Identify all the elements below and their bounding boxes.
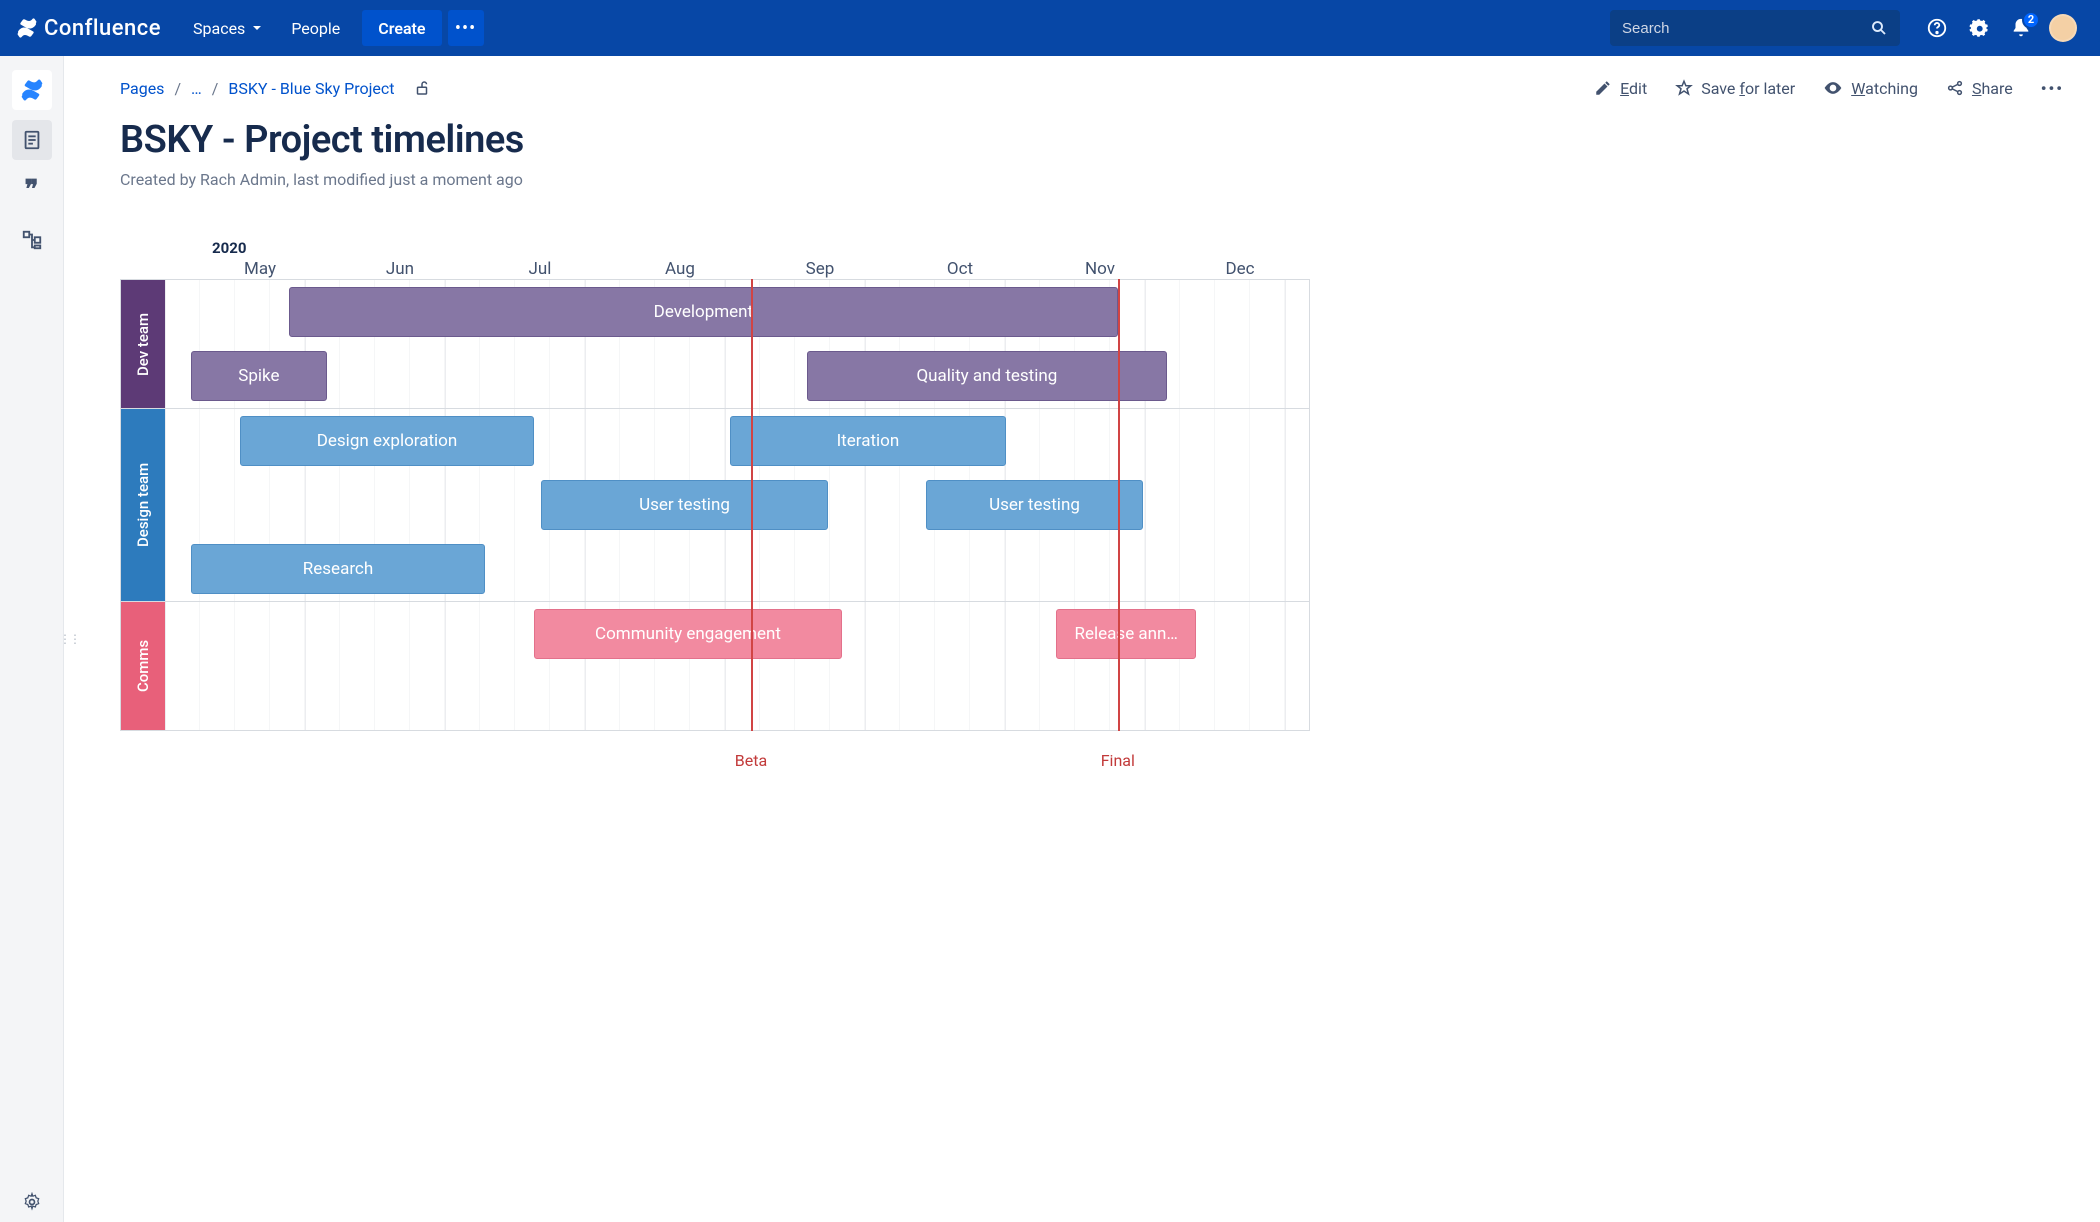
month-header: Oct <box>890 259 1030 279</box>
gear-icon <box>22 1192 42 1212</box>
ellipsis-icon: ••• <box>455 18 476 39</box>
timeline-year: 2020 <box>212 239 2064 257</box>
page-byline: Created by Rach Admin, last modified jus… <box>120 170 2064 189</box>
star-icon <box>1675 79 1693 97</box>
timeline-months: MayJunJulAugSepOctNovDec <box>190 259 2064 279</box>
timeline-bar[interactable]: Release ann… <box>1056 609 1196 659</box>
notifications-button[interactable]: 2 <box>2004 11 2038 45</box>
rail-blog[interactable]: ❞ <box>12 170 52 210</box>
left-rail: ❞ <box>0 56 64 1222</box>
milestone-line <box>751 279 753 731</box>
crumb-parent[interactable]: BSKY - Blue Sky Project <box>228 79 394 98</box>
rail-tree[interactable] <box>12 220 52 260</box>
save-for-later-button[interactable]: Save for later <box>1675 79 1795 98</box>
avatar <box>2049 14 2077 42</box>
top-nav: Confluence Spaces People Create ••• 2 <box>0 0 2100 56</box>
month-header: Nov <box>1030 259 1170 279</box>
crumb-collapsed[interactable]: … <box>191 79 202 98</box>
rail-pages[interactable] <box>12 120 52 160</box>
timeline-bar[interactable]: Research <box>191 544 485 594</box>
nav-people[interactable]: People <box>277 0 354 56</box>
chevron-down-icon <box>251 22 263 34</box>
page-main: Pages / … / BSKY - Blue Sky Project Edit… <box>64 56 2100 1222</box>
timeline-lane: Design team Design exploration Iteration Us… <box>121 408 1309 601</box>
page-actions: Edit Save for later Watching Share ••• <box>1594 78 2064 98</box>
rail-settings[interactable] <box>12 1182 52 1222</box>
share-button[interactable]: Share <box>1946 79 2013 98</box>
month-header: Jul <box>470 259 610 279</box>
tree-icon <box>21 229 43 251</box>
lane-label: Design team <box>121 409 165 601</box>
month-header: Aug <box>610 259 750 279</box>
crumb-root[interactable]: Pages <box>120 79 164 98</box>
profile-button[interactable] <box>2046 11 2080 45</box>
month-header: Jun <box>330 259 470 279</box>
settings-button[interactable] <box>1962 11 1996 45</box>
help-button[interactable] <box>1920 11 1954 45</box>
pencil-icon <box>1594 79 1612 97</box>
timeline-lane: Dev team Development Spike Quality and test… <box>121 279 1309 408</box>
lane-tracks: Development Spike Quality and testing <box>165 280 1309 408</box>
app-logo[interactable]: Confluence <box>16 16 161 41</box>
month-header: Dec <box>1170 259 1310 279</box>
timeline-bar[interactable]: Community engagement <box>534 609 842 659</box>
quote-icon: ❞ <box>25 175 39 205</box>
milestone-label: Final <box>1101 751 1135 770</box>
month-header: Sep <box>750 259 890 279</box>
search-input[interactable] <box>1622 20 1870 37</box>
roadmap-macro: 2020 MayJunJulAugSepOctNovDec Dev teamDe… <box>120 239 2064 731</box>
sidebar-resize-handle[interactable]: ⋮⋮ <box>59 632 79 646</box>
confluence-logo-icon <box>16 17 38 39</box>
timeline-bar[interactable]: User testing <box>926 480 1143 530</box>
timeline-lane: Comms Community engagement Release ann… <box>121 601 1309 730</box>
milestone-line <box>1118 279 1120 731</box>
timeline-bar[interactable]: Development <box>289 287 1118 337</box>
edit-button[interactable]: Edit <box>1594 79 1647 98</box>
lane-label: Comms <box>121 602 165 730</box>
search-icon <box>1870 19 1888 37</box>
app-name: Confluence <box>44 16 161 41</box>
timeline-bar[interactable]: Iteration <box>730 416 1006 466</box>
milestone-label: Beta <box>735 751 767 770</box>
watching-button[interactable]: Watching <box>1823 78 1918 98</box>
nav-spaces[interactable]: Spaces <box>179 0 277 56</box>
lane-tracks: Community engagement Release ann… <box>165 602 1309 730</box>
create-button[interactable]: Create <box>362 10 441 46</box>
page-title: BSKY - Project timelines <box>120 118 2064 162</box>
restrictions-icon[interactable] <box>413 79 431 97</box>
timeline-bar[interactable]: Design exploration <box>240 416 534 466</box>
space-avatar[interactable] <box>12 70 52 110</box>
timeline-bar[interactable]: User testing <box>541 480 828 530</box>
breadcrumb: Pages / … / BSKY - Blue Sky Project <box>120 79 431 98</box>
share-icon <box>1946 79 1964 97</box>
lane-tracks: Design exploration Iteration User testing U… <box>165 409 1309 601</box>
gear-icon <box>1968 17 1990 39</box>
search-box[interactable] <box>1610 10 1900 46</box>
timeline-bar[interactable]: Quality and testing <box>807 351 1167 401</box>
page-more-button[interactable]: ••• <box>2041 79 2064 98</box>
month-header: May <box>190 259 330 279</box>
notification-badge: 2 <box>2022 11 2040 29</box>
eye-icon <box>1823 78 1843 98</box>
create-more-button[interactable]: ••• <box>448 10 484 46</box>
page-icon <box>21 129 43 151</box>
timeline-bar[interactable]: Spike <box>191 351 327 401</box>
lane-label: Dev team <box>121 280 165 408</box>
help-icon <box>1926 17 1948 39</box>
timeline-body: Dev team Development Spike Quality and test… <box>120 279 1310 731</box>
